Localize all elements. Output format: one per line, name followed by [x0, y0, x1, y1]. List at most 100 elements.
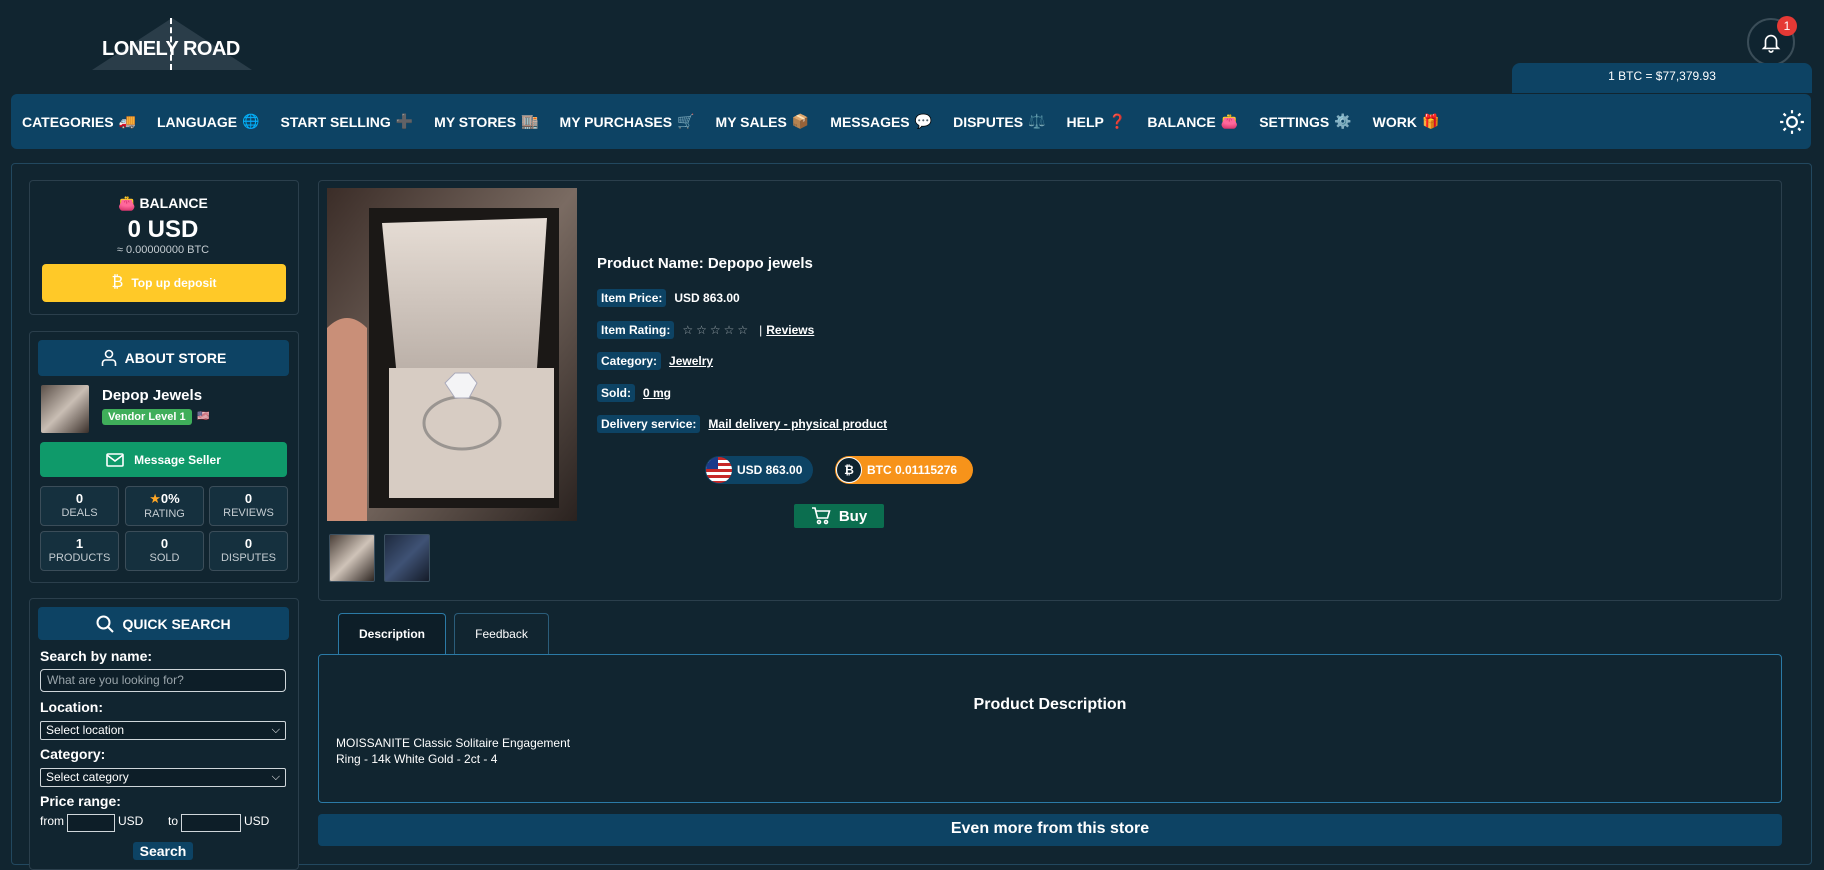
about-store-header: ABOUT STORE: [38, 340, 289, 376]
nav-item-label: MY SALES: [715, 113, 787, 130]
nav-item-categories[interactable]: CATEGORIES 🚚: [22, 113, 136, 130]
rating-row: Item Rating: ☆☆☆☆☆ | Reviews: [597, 321, 814, 339]
nav-icon: ⚙️: [1334, 113, 1352, 129]
nav-item-label: MESSAGES: [830, 113, 910, 130]
price-tag: Item Price:: [597, 289, 667, 307]
nav-icon: 👛: [1220, 113, 1239, 129]
star-icon: ★: [149, 491, 161, 506]
category-row: Category: Jewelry: [597, 352, 713, 370]
nav-item-label: DISPUTES: [953, 113, 1024, 130]
search-button[interactable]: Search: [133, 842, 193, 860]
description-title: Product Description: [973, 696, 1127, 713]
notification-badge: 1: [1777, 16, 1797, 36]
tab-description[interactable]: Description: [338, 613, 446, 654]
delivery-row: Delivery service: Mail delivery - physic…: [597, 415, 887, 433]
chevron-down-icon: ⌵: [271, 724, 280, 736]
stat-sold: 0 SOLD: [125, 531, 204, 571]
nav-item-help[interactable]: HELP ❓: [1067, 113, 1127, 130]
nav-icon: 🚚: [118, 113, 136, 129]
delivery-value[interactable]: Mail delivery - physical product: [708, 417, 887, 431]
user-icon: [101, 349, 116, 366]
nav-icon: ➕: [395, 113, 414, 129]
nav-item-work[interactable]: WORK 🎁: [1373, 113, 1440, 130]
price-row: Item Price: USD 863.00: [597, 289, 740, 307]
location-select[interactable]: Select location ⌵: [40, 721, 286, 740]
wallet-icon: 👛: [118, 195, 136, 211]
theme-toggle[interactable]: [1778, 108, 1806, 136]
nav-icon: ⚖️: [1028, 113, 1046, 129]
nav-item-settings[interactable]: SETTINGS ⚙️: [1259, 113, 1351, 130]
price-from-input[interactable]: [67, 814, 115, 832]
delivery-tag: Delivery service:: [597, 415, 701, 433]
nav-icon: ❓: [1108, 113, 1127, 129]
nav-icon: 🛒: [677, 113, 695, 129]
price-value: USD 863.00: [674, 291, 740, 305]
stat-disputes: 0 DISPUTES: [209, 531, 288, 571]
price-from-label: from: [40, 814, 64, 828]
nav-item-label: LANGUAGE: [156, 113, 238, 130]
nav-item-my-stores[interactable]: MY STORES 🏬: [434, 113, 538, 130]
us-flag-icon: [706, 457, 732, 483]
top-up-button[interactable]: ₿ Top up deposit: [42, 264, 286, 302]
usd-price-pill: USD 863.00: [705, 456, 813, 484]
price-to-input[interactable]: [181, 814, 241, 832]
notifications-button[interactable]: 1: [1747, 16, 1797, 66]
balance-usd: 0 USD: [127, 216, 199, 243]
search-name-input[interactable]: What are you looking for?: [40, 669, 286, 692]
category-select[interactable]: Select category ⌵: [40, 768, 286, 787]
category-link[interactable]: Jewelry: [669, 354, 713, 368]
stat-rating: ★0% RATING: [125, 486, 204, 526]
bitcoin-icon: ₿: [111, 274, 124, 291]
envelope-icon: [106, 452, 124, 467]
stat-products: 1 PRODUCTS: [40, 531, 119, 571]
nav-item-start-selling[interactable]: START SELLING ➕: [281, 113, 414, 130]
nav-item-my-purchases[interactable]: MY PURCHASES 🛒: [560, 113, 695, 130]
nav-item-balance[interactable]: BALANCE 👛: [1147, 113, 1238, 130]
description-text: MOISSANITE Classic Solitaire Engagement …: [336, 736, 571, 766]
nav-icon: 🎁: [1421, 113, 1440, 129]
btc-price-pill: ₿ BTC 0.01115276: [835, 456, 973, 484]
rating-separator: |: [759, 323, 763, 337]
store-name[interactable]: Depop Jewels: [102, 387, 202, 404]
buy-button[interactable]: Buy: [794, 504, 884, 528]
nav-item-label: MY PURCHASES: [559, 113, 673, 130]
bitcoin-icon: ₿: [836, 457, 862, 483]
location-label: Location:: [40, 699, 103, 715]
sold-value: 0 mg: [643, 386, 672, 400]
message-seller-button[interactable]: Message Seller: [40, 442, 287, 477]
stat-reviews: 0 REVIEWS: [209, 486, 288, 526]
nav-item-label: HELP: [1066, 113, 1104, 130]
nav-item-label: SETTINGS: [1259, 113, 1330, 130]
site-logo[interactable]: LONELY ROAD: [92, 18, 252, 70]
quick-search-header: QUICK SEARCH: [38, 607, 289, 640]
nav-item-my-sales[interactable]: MY SALES 📦: [716, 113, 810, 130]
reviews-link[interactable]: Reviews: [766, 323, 814, 337]
store-avatar[interactable]: [41, 385, 89, 433]
vendor-level-badge: Vendor Level 1: [102, 409, 192, 425]
product-thumbnail-1[interactable]: [329, 534, 375, 582]
sun-icon: [1780, 110, 1804, 134]
category-label: Category:: [40, 746, 106, 762]
nav-item-messages[interactable]: MESSAGES 💬: [830, 113, 932, 130]
nav-icon: 🏬: [521, 113, 539, 129]
price-to-currency: USD: [244, 814, 270, 828]
tab-feedback[interactable]: Feedback: [454, 613, 549, 654]
cart-icon: [811, 507, 831, 525]
product-main-image[interactable]: [327, 188, 577, 521]
price-from-currency: USD: [118, 814, 144, 828]
nav-item-label: WORK: [1372, 113, 1417, 130]
product-thumbnail-2[interactable]: [384, 534, 430, 582]
sold-row: Sold: 0 mg: [597, 384, 671, 402]
nav-icon: 📦: [791, 113, 810, 129]
category-tag: Category:: [597, 352, 662, 370]
nav-item-disputes[interactable]: DISPUTES ⚖️: [953, 113, 1045, 130]
nav-item-language[interactable]: LANGUAGE 🌐: [157, 113, 260, 130]
nav-item-label: START SELLING: [280, 113, 391, 130]
us-flag-icon: 🇺🇸: [197, 411, 210, 422]
rating-stars-icon: ☆☆☆☆☆: [682, 323, 752, 337]
description-panel: [318, 654, 1782, 803]
product-name: Product Name: Depopo jewels: [597, 255, 813, 272]
balance-title: 👛 BALANCE: [118, 195, 208, 211]
nav-item-label: CATEGORIES: [22, 113, 114, 130]
nav-icon: 💬: [914, 113, 933, 129]
